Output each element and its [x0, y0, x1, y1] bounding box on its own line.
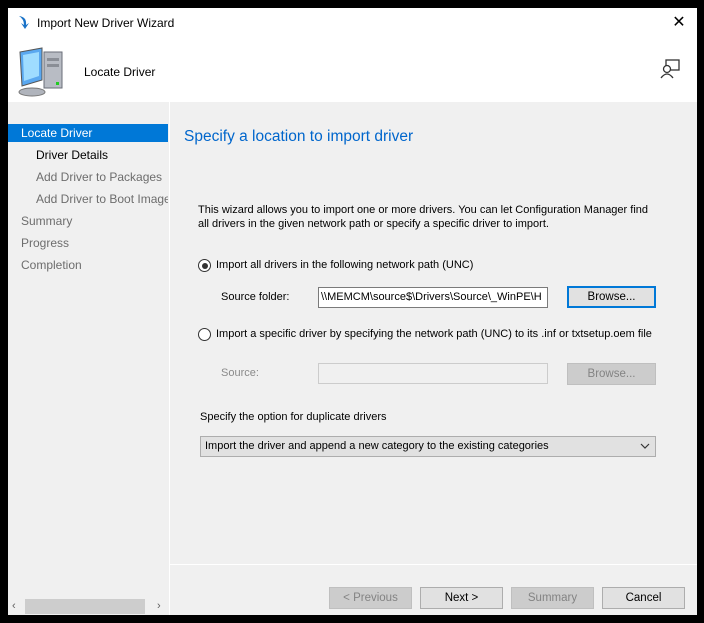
nav-item-progress[interactable]: Progress [8, 234, 168, 252]
duplicate-option-label: Specify the option for duplicate drivers [200, 411, 387, 423]
summary-button[interactable]: Summary [511, 587, 594, 609]
scroll-right-icon[interactable]: › [157, 598, 161, 615]
source-label: Source: [221, 367, 259, 379]
duplicate-option-value: Import the driver and append a new categ… [205, 440, 549, 452]
previous-button[interactable]: < Previous [329, 587, 412, 609]
computer-icon [16, 46, 72, 101]
wizard-content: Specify a location to import driver This… [170, 102, 697, 615]
radio-import-all-label[interactable]: Import all drivers in the following netw… [216, 259, 473, 271]
nav-item-driver-details[interactable]: Driver Details [8, 146, 168, 164]
scrollbar-thumb[interactable] [25, 599, 145, 614]
nav-item-add-to-boot-images[interactable]: Add Driver to Boot Images [8, 190, 168, 208]
duplicate-option-select[interactable]: Import the driver and append a new categ… [200, 436, 656, 457]
page-title: Locate Driver [84, 65, 156, 79]
wizard-arrow-icon [16, 14, 32, 33]
title-bar: Import New Driver Wizard ✕ [8, 8, 697, 38]
nav-item-completion[interactable]: Completion [8, 256, 168, 274]
nav-item-locate-driver[interactable]: Locate Driver [8, 124, 168, 142]
next-button[interactable]: Next > [420, 587, 503, 609]
chevron-down-icon [640, 437, 650, 463]
nav-horizontal-scrollbar[interactable]: ‹ › [8, 598, 169, 615]
footer-divider [170, 564, 697, 565]
cancel-button[interactable]: Cancel [602, 587, 685, 609]
content-heading: Specify a location to import driver [184, 128, 414, 145]
radio-import-specific-label[interactable]: Import a specific driver by specifying t… [216, 328, 652, 340]
nav-item-add-to-packages[interactable]: Add Driver to Packages [8, 168, 168, 186]
description-text: This wizard allows you to import one or … [198, 204, 649, 230]
window-title: Import New Driver Wizard [37, 16, 175, 30]
radio-import-specific[interactable] [198, 328, 211, 341]
radio-import-all[interactable] [198, 259, 211, 272]
wizard-header: Locate Driver [8, 38, 697, 102]
nav-item-summary[interactable]: Summary [8, 212, 168, 230]
source-input[interactable] [318, 363, 548, 384]
source-folder-label: Source folder: [221, 291, 290, 303]
source-folder-input[interactable]: \\MEMCM\source$\Drivers\Source\_WinPE\H [318, 287, 548, 308]
scroll-left-icon[interactable]: ‹ [12, 598, 16, 615]
close-icon[interactable]: ✕ [667, 12, 691, 32]
browse-source-button[interactable]: Browse... [567, 363, 656, 385]
feedback-icon[interactable] [659, 58, 681, 83]
wizard-window: Import New Driver Wizard ✕ Locate Driver… [8, 8, 697, 615]
wizard-nav: Locate Driver Driver Details Add Driver … [8, 102, 169, 615]
browse-folder-button[interactable]: Browse... [567, 286, 656, 308]
